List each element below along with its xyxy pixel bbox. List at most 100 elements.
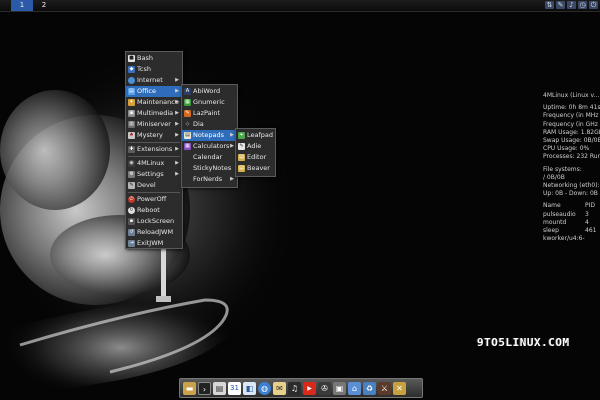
menu-item-label: Calculators	[193, 142, 230, 150]
menu-item-lazpaint[interactable]: ✎ LazPaint	[182, 108, 237, 119]
mail-icon[interactable]: ✉	[273, 381, 286, 395]
youtube-icon[interactable]: ▶	[303, 381, 316, 395]
4mlinux-icon: ◉	[128, 160, 135, 167]
menu-item-label: Bash	[137, 54, 153, 62]
menu-item-adie[interactable]: ✎ Adie	[236, 141, 275, 152]
menu-item-miniserver[interactable]: ▥ Miniserver ▶	[126, 119, 182, 130]
calendar-icon	[184, 154, 191, 161]
menu-item-mystery[interactable]: ♠ Mystery ▶	[126, 130, 182, 141]
menu-item-stickynotes[interactable]: StickyNotes	[182, 163, 237, 174]
clock-icon[interactable]: ◷	[578, 1, 587, 9]
networking-title: Networking (eth0):	[543, 182, 600, 190]
process-pid: 4	[585, 218, 589, 226]
process-pid-header: PID	[585, 202, 596, 210]
menu-item-internet[interactable]: Internet ▶	[126, 75, 182, 86]
menu-item-gnumeric[interactable]: ▦ Gnumeric	[182, 97, 237, 108]
menu-item-reboot[interactable]: ↻ Reboot	[126, 205, 182, 216]
main-menu: ■ Bash ◆ Tcsh Internet ▶ ▤ Office ▶ ✦ Maintena…	[125, 51, 183, 249]
tool-icon[interactable]: ✎	[556, 1, 565, 9]
diagram-icon: ◇	[184, 121, 191, 128]
server-icon: ▥	[128, 121, 135, 128]
system-monitor-panel: 4MLinux (Linux v... Uptime: 0h 8m 41s Fr…	[543, 92, 600, 272]
menu-item-settings[interactable]: ⚙ Settings ▶	[126, 169, 182, 180]
settings-icon: ⚙	[128, 171, 135, 178]
menu-item-label: Calendar	[193, 153, 223, 161]
menu-item-office[interactable]: ▤ Office ▶	[126, 86, 182, 97]
menu-item-label: Multimedia	[137, 109, 174, 117]
menu-item-multimedia[interactable]: ▣ Multimedia ▶	[126, 108, 182, 119]
process-name: pulseaudio	[543, 210, 576, 218]
menu-item-tcsh[interactable]: ◆ Tcsh	[126, 64, 182, 75]
frequency-ghz-text: Frequency (in GHz	[543, 120, 598, 128]
menu-item-label: Dia	[193, 120, 204, 128]
submenu-arrow-icon: ▶	[175, 146, 179, 152]
notepad-icon: ▤	[184, 132, 191, 139]
workspace-2-button[interactable]: 2	[33, 0, 55, 11]
editor-icon: ▤	[238, 154, 245, 161]
calendar-icon[interactable]: 31	[228, 381, 241, 395]
menu-item-poweroff[interactable]: ⏻ PowerOff	[126, 194, 182, 205]
menu-item-label: Settings	[137, 170, 164, 178]
process-pid: 3	[585, 210, 589, 218]
menu-item-lockscreen[interactable]: ▪ LockScreen	[126, 216, 182, 227]
menu-item-label: LockScreen	[137, 217, 175, 225]
menu-item-beaver[interactable]: ▤ Beaver	[236, 163, 275, 174]
system-tray: ⇅ ✎ ♪ ◷ ⏻	[545, 1, 598, 9]
process-pid: 461	[585, 227, 597, 235]
notes-icon[interactable]: ▤	[213, 381, 226, 395]
menu-item-exitjwm[interactable]: ⇥ ExitJWM	[126, 238, 182, 249]
folder-icon[interactable]: ▬	[183, 381, 196, 395]
menu-item-calculators[interactable]: ▦ Calculators ▶	[182, 141, 237, 152]
menu-separator	[128, 192, 180, 193]
media-icon[interactable]: ▣	[333, 381, 346, 395]
home-icon[interactable]: ⌂	[348, 381, 361, 395]
music-icon[interactable]: ♫	[288, 381, 301, 395]
film-icon[interactable]: ✇	[318, 381, 331, 395]
mystery-icon: ♠	[128, 132, 135, 139]
menu-item-leafpad[interactable]: ❧ Leafpad	[236, 130, 275, 141]
menu-item-bash[interactable]: ■ Bash	[126, 53, 182, 64]
menu-item-fornerds[interactable]: ForNerds ▶	[182, 174, 237, 185]
menu-item-label: ExitJWM	[137, 239, 164, 247]
menu-item-label: LazPaint	[193, 109, 221, 117]
process-name: kworker/u4:6-tt	[543, 235, 585, 243]
workspace-1-button[interactable]: 1	[11, 0, 33, 11]
menu-item-extensions[interactable]: ✚ Extensions ▶	[126, 144, 182, 155]
paint-icon: ✎	[184, 110, 191, 117]
processes-text: Processes: 232 Run	[543, 153, 600, 161]
filesystems-title: File systems:	[543, 165, 582, 173]
recycle-icon[interactable]: ♻	[363, 381, 376, 395]
menu-item-calendar[interactable]: Calendar	[182, 152, 237, 163]
calculator-icon: ▦	[184, 143, 191, 150]
menu-separator	[128, 156, 180, 157]
leafpad-icon: ❧	[238, 132, 245, 139]
menu-item-label: Gnumeric	[193, 98, 225, 106]
menu-item-maintenance[interactable]: ✦ Maintenance ▶	[126, 97, 182, 108]
submenu-arrow-icon: ▶	[175, 171, 179, 177]
browser-icon[interactable]: ◧	[243, 381, 256, 395]
menu-item-dia[interactable]: ◇ Dia	[182, 119, 237, 130]
menu-item-devel[interactable]: ✎ Devel	[126, 180, 182, 191]
notepads-submenu: ❧ Leafpad ✎ Adie ▤ Editor ▤ Beaver	[235, 128, 276, 177]
tools-icon[interactable]: ✕	[393, 381, 406, 395]
filesystem-root: / 0B/0B	[543, 173, 565, 181]
power-icon[interactable]: ⏻	[589, 1, 598, 9]
game-icon[interactable]: ⚔	[378, 381, 391, 395]
menu-item-abiword[interactable]: A AbiWord	[182, 86, 237, 97]
globe-icon[interactable]: ◍	[258, 381, 271, 395]
sound-icon[interactable]: ♪	[567, 1, 576, 9]
menu-item-reloadjwm[interactable]: ↺ ReloadJWM	[126, 227, 182, 238]
menu-item-label: 4MLinux	[137, 159, 165, 167]
spreadsheet-icon: ▦	[184, 99, 191, 106]
submenu-arrow-icon: ▶	[230, 143, 234, 149]
terminal-icon[interactable]: ›	[198, 381, 211, 395]
menu-item-4mlinux[interactable]: ◉ 4MLinux ▶	[126, 158, 182, 169]
submenu-arrow-icon: ▶	[230, 132, 234, 138]
menu-item-notepads[interactable]: ▤ Notepads ▶	[182, 130, 237, 141]
tcsh-icon: ◆	[128, 66, 135, 73]
menu-item-editor[interactable]: ▤ Editor	[236, 152, 275, 163]
network-icon[interactable]: ⇅	[545, 1, 554, 9]
menu-item-label: Miniserver	[137, 120, 171, 128]
menu-item-label: Office	[137, 87, 156, 95]
submenu-arrow-icon: ▶	[175, 132, 179, 138]
